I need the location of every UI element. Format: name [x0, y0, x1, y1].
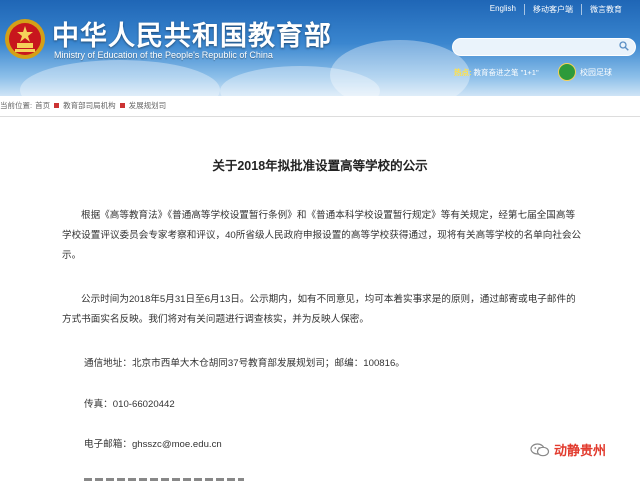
breadcrumb-separator-icon [54, 102, 60, 108]
wechat-icon [530, 442, 550, 456]
search-icon[interactable] [619, 41, 629, 51]
search-input[interactable] [452, 38, 636, 56]
article-title: 关于2018年拟批准设置高等学校的公示 [212, 159, 428, 173]
english-link[interactable]: English [482, 4, 524, 15]
mobile-client-link[interactable]: 移动客户端 [524, 4, 581, 15]
campus-football-link[interactable]: 校园足球 [558, 63, 612, 81]
site-title-cn[interactable]: 中华人民共和国教育部 [52, 14, 332, 53]
football-badge-icon [558, 63, 576, 81]
breadcrumb-separator-icon [119, 102, 125, 108]
fax-number: 传真：010-66020442 [84, 399, 175, 410]
breadcrumb-prefix: 当前位置: [0, 100, 33, 110]
top-links: English 移动客户端 微言教育 [482, 4, 630, 15]
site-title-en: Ministry of Education of the People's Re… [54, 50, 273, 60]
hot-topic[interactable]: 热点: 教育奋进之笔 "1+1" [454, 67, 539, 78]
hot-label: 热点: [454, 68, 472, 77]
email-address: 电子邮箱：ghsszc@moe.edu.cn [84, 439, 222, 450]
site-header: 中华人民共和国教育部 Ministry of Education of the … [0, 0, 640, 96]
article-paragraph-1: 根据《高等教育法》《普通高等学校设置暂行条例》和《普通本科学校设置暂行规定》等有… [62, 210, 582, 261]
breadcrumb-item-home[interactable]: 首页 [35, 100, 50, 111]
breadcrumb-item-departments[interactable]: 教育部司局机构 [63, 100, 116, 111]
watermark: 动静贵州 [530, 440, 606, 459]
header-cloud-decoration [20, 60, 220, 96]
hot-topic-link[interactable]: 教育奋进之笔 "1+1" [474, 67, 539, 78]
campus-football-label: 校园足球 [580, 67, 612, 77]
breadcrumb-item-planning[interactable]: 发展规划司 [129, 100, 167, 111]
breadcrumb: 当前位置: 首页 教育部司局机构 发展规划司 [0, 98, 166, 112]
weiyan-education-link[interactable]: 微言教育 [581, 4, 630, 15]
national-emblem-icon[interactable] [4, 18, 46, 60]
article-paragraph-2: 公示时间为2018年5月31日至6月13日。公示期内，如有不同意见，均可本着实事… [62, 294, 576, 325]
cut-off-text-line [84, 474, 244, 481]
divider [0, 116, 640, 117]
mailing-address: 通信地址：北京市西单大木仓胡同37号教育部发展规划司；邮编：100816。 [84, 358, 405, 369]
watermark-text: 动静贵州 [554, 443, 607, 458]
